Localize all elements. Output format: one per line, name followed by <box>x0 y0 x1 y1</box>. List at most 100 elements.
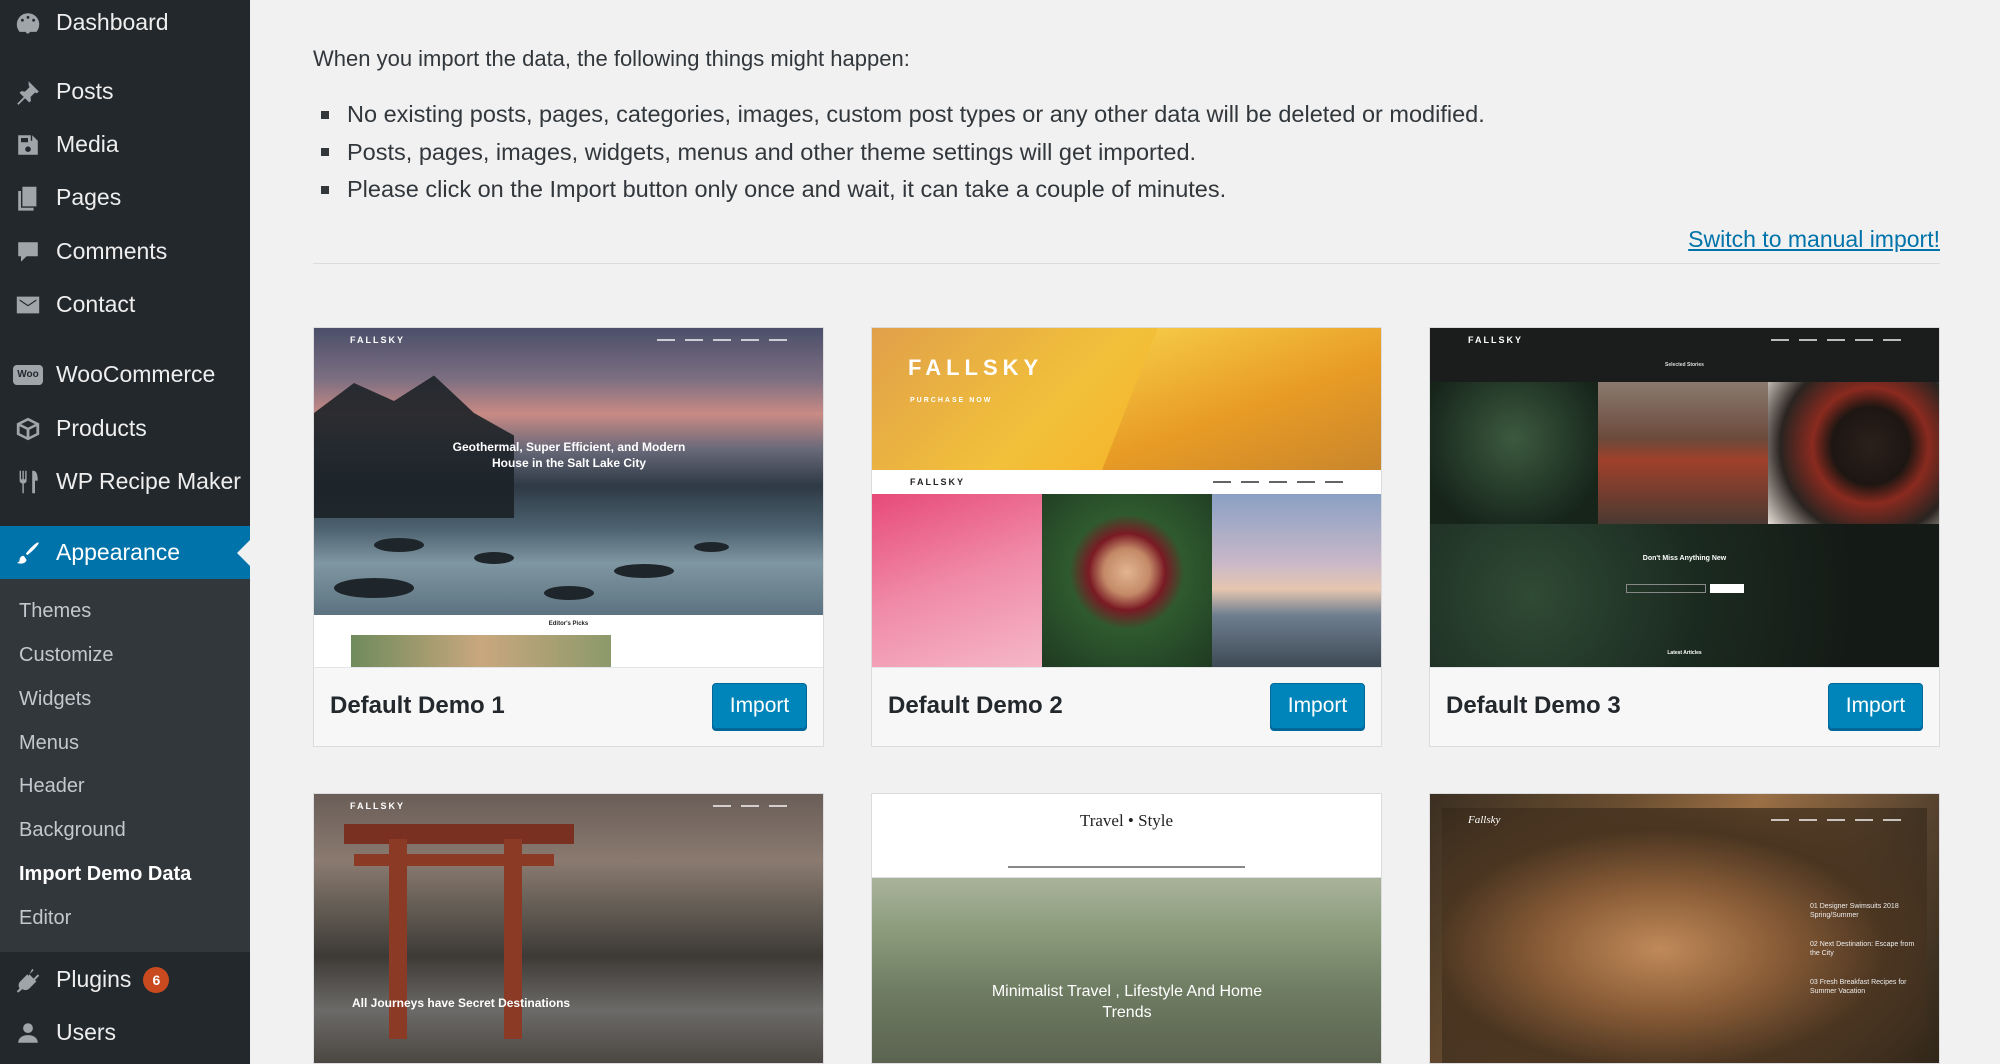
menu-products[interactable]: Products <box>0 402 250 455</box>
switch-to-manual-import-link[interactable]: Switch to manual import! <box>1688 226 1940 253</box>
demo-card-4: FALLSKY All Journeys have Secret Destina… <box>313 793 824 1064</box>
preview-footer-caption: Latest Articles <box>1667 650 1702 656</box>
menu-contact[interactable]: Contact <box>0 278 250 331</box>
preview-tile-plane <box>872 494 1042 667</box>
menu-label: Users <box>56 1019 117 1045</box>
preview-tile-portrait <box>1042 494 1212 667</box>
menu-label: WP Recipe Maker <box>56 468 241 494</box>
demo-name: Default Demo 3 <box>1446 692 1621 719</box>
demo-card-6: Fallsky 01 Designer Swimsuits 2018 Sprin… <box>1429 793 1940 1064</box>
menu-label: Dashboard <box>56 9 169 35</box>
bullet-icon <box>321 185 329 194</box>
list-item: Please click on the Import button only o… <box>313 171 1485 209</box>
preview-torii-beam <box>344 824 574 844</box>
menu-label: Media <box>56 131 119 157</box>
preview-navbar: FALLSKY <box>314 794 823 818</box>
import-button[interactable]: Import <box>712 683 807 729</box>
menu-plugins[interactable]: Plugins 6 <box>0 953 250 1006</box>
list-item-text: Please click on the Import button only o… <box>347 176 1227 203</box>
preview-header: Travel • Style <box>872 794 1381 878</box>
plug-icon <box>0 966 56 994</box>
paintbrush-icon <box>0 539 56 567</box>
preview-photo <box>872 878 1381 1063</box>
preview-thumbnail <box>351 635 611 667</box>
divider <box>313 263 1940 264</box>
demo-preview-image[interactable]: FALLSKY Geothermal, Super Efficient, and… <box>314 328 823 667</box>
menu-label: Plugins <box>56 966 132 992</box>
preview-tagline: PURCHASE NOW <box>910 397 993 404</box>
preview-navbar: FALLSKY <box>872 470 1381 494</box>
list-item-text: No existing posts, pages, categories, im… <box>347 101 1485 128</box>
plugins-update-badge: 6 <box>143 966 170 993</box>
menu-posts[interactable]: Posts <box>0 65 250 118</box>
submenu-menus[interactable]: Menus <box>19 732 79 755</box>
preview-subheading: Don't Miss Anything New <box>1642 555 1727 562</box>
main-content: When you import the data, the following … <box>250 0 2000 1064</box>
submenu-customize[interactable]: Customize <box>19 644 113 667</box>
preview-list-item-1: 01 Designer Swimsuits 2018 Spring/Summer <box>1810 903 1899 920</box>
preview-brand: Travel • Style <box>1079 811 1174 830</box>
fork-knife-icon <box>0 468 56 496</box>
menu-label: Posts <box>56 78 114 104</box>
submenu-themes[interactable]: Themes <box>19 600 91 623</box>
demo-card-footer: Default Demo 2 Import <box>872 667 1381 746</box>
demo-card-1: FALLSKY Geothermal, Super Efficient, and… <box>313 327 824 747</box>
menu-users[interactable]: Users <box>0 1006 250 1059</box>
menu-woocommerce[interactable]: Woo WooCommerce <box>0 348 250 401</box>
woo-icon-wrap: Woo <box>0 364 56 385</box>
preview-list-item-2: 02 Next Destination: Escape from the Cit… <box>1810 941 1915 958</box>
preview-nav-links <box>1771 819 1901 821</box>
preview-navbar: FALLSKY <box>314 328 823 352</box>
submenu-editor[interactable]: Editor <box>19 907 71 930</box>
preview-brand: FALLSKY <box>350 801 406 811</box>
preview-lower-section: Editor's Picks <box>314 615 823 667</box>
preview-navbar: FALLSKY <box>1430 328 1939 352</box>
preview-subscribe-button <box>1710 584 1744 593</box>
demo-preview-image[interactable]: FALLSKY All Journeys have Secret Destina… <box>314 794 823 1063</box>
user-icon <box>0 1019 56 1047</box>
menu-media[interactable]: Media <box>0 118 250 171</box>
preview-brand: Fallsky <box>1468 814 1501 826</box>
media-icon <box>0 131 56 159</box>
list-item: Posts, pages, images, widgets, menus and… <box>313 134 1485 172</box>
import-notes-list: No existing posts, pages, categories, im… <box>313 96 1485 209</box>
preview-headline: All Journeys have Secret Destinations <box>352 996 571 1010</box>
preview-nav-links <box>713 805 787 807</box>
demo-card-5: Travel • Style Minimalist Travel , Lifes… <box>871 793 1382 1064</box>
dashboard-icon <box>0 9 56 37</box>
preview-nav-links <box>1771 339 1901 341</box>
preview-caption: Selected Stories <box>1665 362 1704 368</box>
demo-card-2: FALLSKY PURCHASE NOW FALLSKY Default Dem… <box>871 327 1382 747</box>
menu-wp-recipe-maker[interactable]: WP Recipe Maker <box>0 455 250 508</box>
submenu-widgets[interactable]: Widgets <box>19 688 91 711</box>
preview-tile-torii <box>1598 382 1768 524</box>
menu-comments[interactable]: Comments <box>0 225 250 278</box>
envelope-icon <box>0 291 56 319</box>
submenu-background[interactable]: Background <box>19 819 126 842</box>
import-button[interactable]: Import <box>1270 683 1365 729</box>
menu-label: Products <box>56 415 147 441</box>
submenu-header[interactable]: Header <box>19 775 85 798</box>
menu-pages[interactable]: Pages <box>0 171 250 224</box>
demo-preview-image[interactable]: FALLSKY PURCHASE NOW FALLSKY <box>872 328 1381 667</box>
preview-headline: Minimalist Travel , Lifestyle And Home T… <box>991 983 1263 1021</box>
list-item: No existing posts, pages, categories, im… <box>313 96 1485 134</box>
menu-label: WooCommerce <box>56 361 216 387</box>
submenu-import-demo-data[interactable]: Import Demo Data <box>19 863 191 886</box>
preview-rocks <box>314 528 823 615</box>
import-button[interactable]: Import <box>1828 683 1923 729</box>
demo-preview-image[interactable]: Travel • Style Minimalist Travel , Lifes… <box>872 794 1381 1063</box>
menu-dashboard[interactable]: Dashboard <box>0 0 250 49</box>
demo-preview-image[interactable]: FALLSKY Selected Stories Don't Miss Anyt… <box>1430 328 1939 667</box>
preview-brand-large: FALLSKY <box>908 355 1044 380</box>
appearance-submenu: Themes Customize Widgets Menus Header Ba… <box>0 579 250 952</box>
preview-nav-links <box>1008 866 1245 868</box>
preview-nav-links <box>1213 481 1343 483</box>
menu-label: Contact <box>56 291 136 317</box>
menu-label: Appearance <box>56 539 181 565</box>
pages-icon <box>0 184 56 212</box>
preview-nav-links <box>657 339 787 341</box>
menu-appearance[interactable]: Appearance <box>0 526 250 579</box>
demo-card-3: FALLSKY Selected Stories Don't Miss Anyt… <box>1429 327 1940 747</box>
demo-preview-image[interactable]: Fallsky 01 Designer Swimsuits 2018 Sprin… <box>1430 794 1939 1063</box>
